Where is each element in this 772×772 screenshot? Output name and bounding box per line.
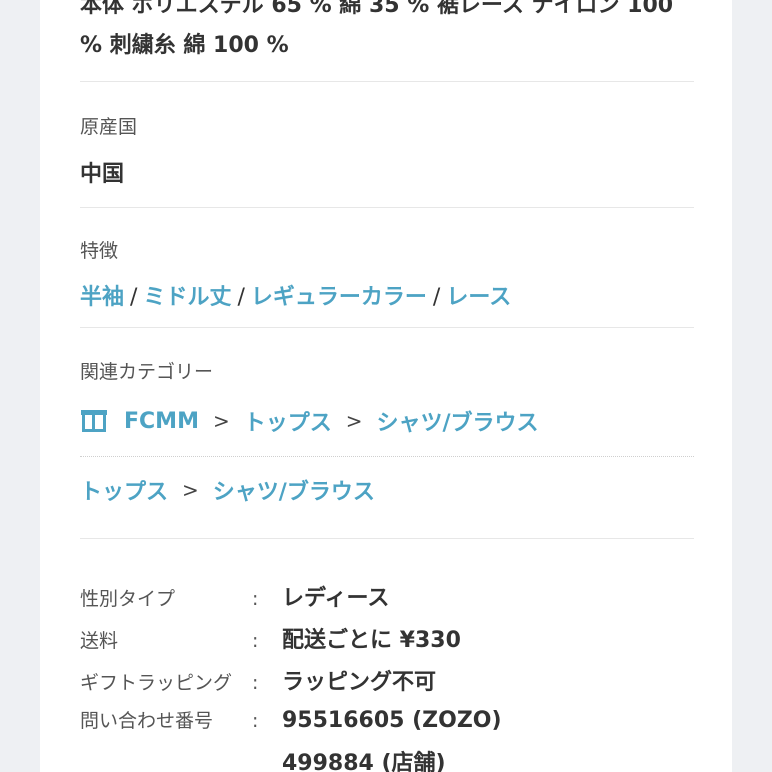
spec-colon: :: [252, 588, 259, 610]
material-line-2: % 刺繍糸 綿 100 %: [80, 33, 289, 58]
category-breadcrumb-general: トップス > シャツ/ブラウス: [80, 474, 375, 506]
feature-separator: /: [130, 285, 138, 310]
dotted-divider: [80, 456, 694, 457]
category-breadcrumb-shop: FCMM > トップス > シャツ/ブラウス: [80, 405, 539, 437]
feature-separator: /: [237, 285, 245, 310]
spec-value: レディース: [282, 586, 390, 611]
origin-title: 原産国: [80, 116, 138, 138]
feature-link-middle-length[interactable]: ミドル丈: [143, 285, 231, 310]
spec-colon: :: [252, 672, 259, 694]
spec-label: 性別タイプ: [80, 588, 176, 610]
features-section: 特徴 半袖 / ミドル丈 / レギュラーカラー / レース: [80, 236, 694, 311]
breadcrumb-arrow: >: [182, 478, 199, 502]
inquiry-number-store: 499884 (店舗): [282, 751, 446, 772]
feature-link-lace[interactable]: レース: [446, 285, 511, 310]
related-categories-section: 関連カテゴリー: [80, 357, 694, 384]
divider: [80, 81, 694, 82]
spec-row-gift-wrapping: ギフトラッピング : ラッピング不可: [80, 664, 694, 696]
spec-row-inquiry-number: 問い合わせ番号 : 95516605 (ZOZO) 499884 (店舗): [80, 706, 694, 772]
feature-separator: /: [432, 285, 441, 310]
spec-value: 配送ごとに ¥330: [282, 628, 461, 653]
spec-value: 95516605 (ZOZO) 499884 (店舗): [282, 708, 502, 772]
spec-label: 送料: [80, 630, 119, 652]
category-link-tops[interactable]: トップス: [244, 405, 332, 437]
feature-links: 半袖 / ミドル丈 / レギュラーカラー / レース: [80, 279, 694, 311]
spec-label: 問い合わせ番号: [80, 710, 214, 732]
product-detail-card: 本体 ポリエステル 65 % 綿 35 % 裾レース ナイロン 100 % 刺繍…: [40, 0, 732, 772]
spec-row-gender: 性別タイプ : レディース: [80, 580, 694, 612]
shop-icon: [81, 410, 107, 432]
category-link-tops[interactable]: トップス: [80, 474, 168, 506]
spec-row-shipping: 送料 : 配送ごとに ¥330: [80, 622, 694, 654]
divider: [80, 538, 694, 539]
related-categories-title: 関連カテゴリー: [80, 361, 214, 383]
divider: [80, 207, 694, 208]
material-line-1: 本体 ポリエステル 65 % 綿 35 % 裾レース ナイロン 100: [80, 0, 674, 18]
spec-label: ギフトラッピング: [80, 672, 233, 694]
breadcrumb-arrow: >: [212, 409, 230, 433]
inquiry-number-zozo: 95516605 (ZOZO): [282, 708, 502, 733]
category-link-shirts-blouses[interactable]: シャツ/ブラウス: [377, 405, 539, 437]
features-title: 特徴: [80, 240, 119, 262]
category-link-shirts-blouses[interactable]: シャツ/ブラウス: [213, 474, 375, 506]
divider: [80, 327, 694, 328]
spec-value: ラッピング不可: [282, 670, 437, 695]
feature-link-regular-collar[interactable]: レギュラーカラー: [251, 285, 427, 310]
material-text: 本体 ポリエステル 65 % 綿 35 % 裾レース ナイロン 100 % 刺繍…: [80, 0, 694, 66]
feature-link-half-sleeve[interactable]: 半袖: [80, 285, 124, 310]
breadcrumb-arrow: >: [345, 409, 363, 433]
spec-colon: :: [252, 710, 259, 732]
spec-colon: :: [252, 630, 259, 652]
origin-value: 中国: [80, 162, 125, 187]
origin-section: 原産国 中国: [80, 112, 694, 188]
category-link-fcmm[interactable]: FCMM: [124, 409, 199, 434]
